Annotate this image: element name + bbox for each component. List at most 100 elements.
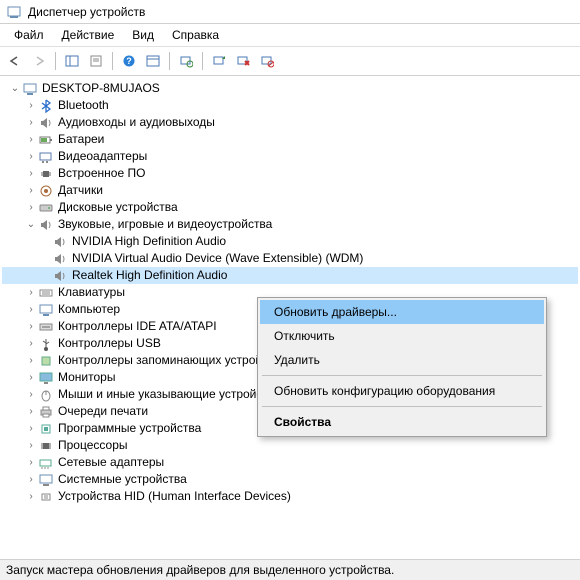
- statusbar: Запуск мастера обновления драйверов для …: [0, 559, 580, 580]
- category-label: Звуковые, игровые и видеоустройства: [58, 216, 272, 233]
- device-label: Realtek High Definition Audio: [72, 267, 227, 284]
- scan-hardware-button[interactable]: [175, 50, 197, 72]
- software-icon: [38, 421, 54, 437]
- category-audio-io[interactable]: › Аудиовходы и аудиовыходы: [2, 114, 578, 131]
- category-label: Программные устройства: [58, 420, 201, 437]
- chevron-right-icon[interactable]: ›: [24, 386, 38, 403]
- ctx-update-drivers[interactable]: Обновить драйверы...: [260, 300, 544, 324]
- help-button[interactable]: ?: [118, 50, 140, 72]
- menu-view[interactable]: Вид: [124, 26, 162, 44]
- properties-button[interactable]: [85, 50, 107, 72]
- category-processors[interactable]: › Процессоры: [2, 437, 578, 454]
- window-title: Диспетчер устройств: [28, 5, 145, 19]
- chevron-down-icon[interactable]: ⌄: [8, 80, 22, 97]
- ctx-delete[interactable]: Удалить: [260, 348, 544, 372]
- category-label: Клавиатуры: [58, 284, 125, 301]
- back-button[interactable]: [4, 50, 26, 72]
- chevron-right-icon[interactable]: ›: [24, 488, 38, 505]
- category-label: Очереди печати: [58, 403, 148, 420]
- chevron-right-icon[interactable]: ›: [24, 284, 38, 301]
- update-driver-button[interactable]: [208, 50, 230, 72]
- ctx-refresh-hardware[interactable]: Обновить конфигурацию оборудования: [260, 379, 544, 403]
- tree-root[interactable]: ⌄ DESKTOP-8MUJAOS: [2, 80, 578, 97]
- speaker-icon: [52, 251, 68, 267]
- category-network-adapters[interactable]: ›Сетевые адаптеры: [2, 454, 578, 471]
- device-nvidia-hd-audio[interactable]: NVIDIA High Definition Audio: [2, 233, 578, 250]
- device-realtek-audio[interactable]: Realtek High Definition Audio: [2, 267, 578, 284]
- speaker-icon: [52, 234, 68, 250]
- category-label: Процессоры: [58, 437, 128, 454]
- ctx-separator: [262, 375, 542, 376]
- chip-icon: [38, 166, 54, 182]
- category-label: Компьютер: [58, 301, 120, 318]
- computer-icon: [22, 81, 38, 97]
- category-firmware[interactable]: ›Встроенное ПО: [2, 165, 578, 182]
- category-sensors[interactable]: ›Датчики: [2, 182, 578, 199]
- chevron-right-icon[interactable]: ›: [24, 301, 38, 318]
- category-label: Батареи: [58, 131, 104, 148]
- chevron-right-icon[interactable]: ›: [24, 420, 38, 437]
- app-icon: [6, 4, 22, 20]
- speaker-icon: [38, 115, 54, 131]
- chevron-right-icon[interactable]: ›: [24, 182, 38, 199]
- category-sound[interactable]: ⌄ Звуковые, игровые и видеоустройства: [2, 216, 578, 233]
- ctx-separator: [262, 406, 542, 407]
- category-label: Аудиовходы и аудиовыходы: [58, 114, 215, 131]
- chevron-right-icon[interactable]: ›: [24, 437, 38, 454]
- disk-icon: [38, 200, 54, 216]
- chevron-right-icon[interactable]: ›: [24, 403, 38, 420]
- category-hid-devices[interactable]: ›Устройства HID (Human Interface Devices…: [2, 488, 578, 505]
- category-disk[interactable]: › Дисковые устройства: [2, 199, 578, 216]
- chevron-right-icon[interactable]: ›: [24, 352, 38, 369]
- toolbar-separator: [169, 52, 170, 70]
- chevron-right-icon[interactable]: ›: [24, 148, 38, 165]
- menu-help[interactable]: Справка: [164, 26, 227, 44]
- category-label: Видеоадаптеры: [58, 148, 147, 165]
- menu-action[interactable]: Действие: [54, 26, 123, 44]
- chevron-right-icon[interactable]: ›: [24, 165, 38, 182]
- monitor-icon: [38, 370, 54, 386]
- usb-icon: [38, 336, 54, 352]
- chevron-right-icon[interactable]: ›: [24, 454, 38, 471]
- chevron-right-icon[interactable]: ›: [24, 114, 38, 131]
- chevron-right-icon[interactable]: ›: [24, 471, 38, 488]
- category-label: Контроллеры IDE ATA/ATAPI: [58, 318, 217, 335]
- mouse-icon: [38, 387, 54, 403]
- chevron-right-icon[interactable]: ›: [24, 131, 38, 148]
- show-hide-tree-button[interactable]: [61, 50, 83, 72]
- battery-icon: [38, 132, 54, 148]
- ctx-disable[interactable]: Отключить: [260, 324, 544, 348]
- speaker-icon: [52, 268, 68, 284]
- category-label: Дисковые устройства: [58, 199, 178, 216]
- forward-button[interactable]: [28, 50, 50, 72]
- chevron-down-icon[interactable]: ⌄: [24, 216, 38, 233]
- device-label: NVIDIA High Definition Audio: [72, 233, 226, 250]
- context-menu: Обновить драйверы... Отключить Удалить О…: [257, 297, 547, 437]
- network-icon: [38, 455, 54, 471]
- chevron-right-icon[interactable]: ›: [24, 97, 38, 114]
- uninstall-button[interactable]: [232, 50, 254, 72]
- toolbar-separator: [202, 52, 203, 70]
- device-label: NVIDIA Virtual Audio Device (Wave Extens…: [72, 250, 363, 267]
- menubar: Файл Действие Вид Справка: [0, 24, 580, 46]
- device-nvidia-virtual-audio[interactable]: NVIDIA Virtual Audio Device (Wave Extens…: [2, 250, 578, 267]
- category-video-adapters[interactable]: › Видеоадаптеры: [2, 148, 578, 165]
- menu-file[interactable]: Файл: [6, 26, 52, 44]
- category-system-devices[interactable]: ›Системные устройства: [2, 471, 578, 488]
- category-label: Контроллеры USB: [58, 335, 161, 352]
- svg-text:?: ?: [126, 56, 132, 66]
- category-batteries[interactable]: › Батареи: [2, 131, 578, 148]
- action-pane-button[interactable]: [142, 50, 164, 72]
- chevron-right-icon[interactable]: ›: [24, 199, 38, 216]
- chevron-right-icon[interactable]: ›: [24, 335, 38, 352]
- printer-icon: [38, 404, 54, 420]
- ide-icon: [38, 319, 54, 335]
- category-label: Bluetooth: [58, 97, 109, 114]
- chevron-right-icon[interactable]: ›: [24, 318, 38, 335]
- cpu-icon: [38, 438, 54, 454]
- chevron-right-icon[interactable]: ›: [24, 369, 38, 386]
- ctx-properties[interactable]: Свойства: [260, 410, 544, 434]
- category-bluetooth[interactable]: › Bluetooth: [2, 97, 578, 114]
- disable-button[interactable]: [256, 50, 278, 72]
- toolbar-separator: [55, 52, 56, 70]
